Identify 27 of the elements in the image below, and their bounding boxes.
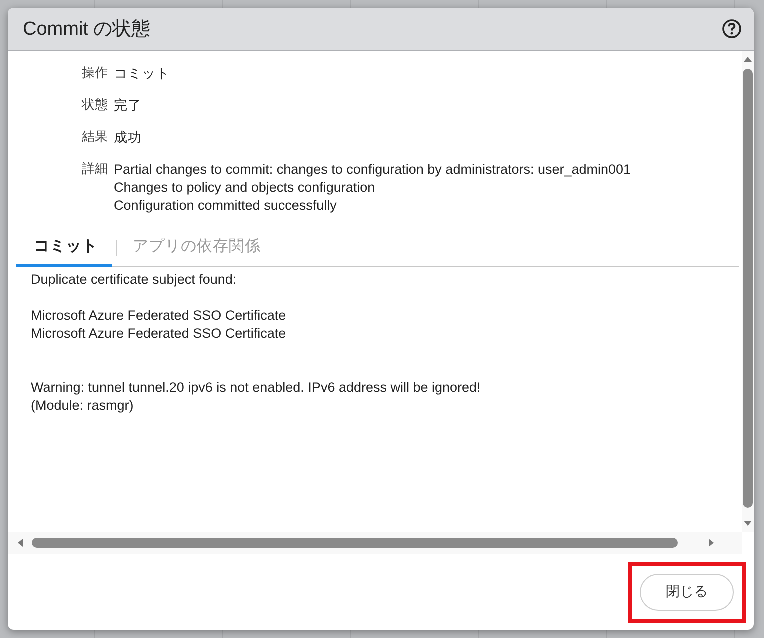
help-icon[interactable] [722, 19, 742, 39]
log-line: (Module: rasmgr) [31, 397, 135, 415]
field-value: 完了 [114, 97, 142, 115]
field-value: Configuration committed successfully [114, 197, 338, 215]
field-label: 結果 [81, 129, 108, 147]
scroll-right-icon[interactable] [708, 538, 716, 548]
scroll-left-icon[interactable] [16, 538, 24, 548]
log-line: Microsoft Azure Federated SSO Certificate [31, 325, 288, 343]
window-title: Commit の状態 [23, 18, 151, 42]
log-line: Duplicate certificate subject found: [31, 271, 238, 289]
field-value: Partial changes to commit: changes to configuration by administrators: user_admin001 [114, 161, 632, 179]
close-button[interactable]: 閉じる [640, 574, 734, 610]
log-line: Microsoft Azure Federated SSO Certificate [31, 307, 288, 325]
vertical-scrollbar[interactable] [742, 51, 754, 532]
field-value: コミット [114, 65, 170, 83]
scroll-thumb[interactable] [743, 69, 753, 508]
tab[interactable]: コミット [16, 230, 112, 266]
log-line: Warning: tunnel tunnel.20 ipv6 is not enabled. IPv6 address will be ignored! [31, 379, 482, 397]
field-label: 詳細 [81, 161, 108, 179]
scroll-down-icon[interactable] [743, 520, 753, 528]
horizontal-scrollbar[interactable] [8, 532, 742, 554]
field-value: 成功 [114, 129, 142, 147]
scroll-thumb[interactable] [32, 538, 678, 548]
field-label: 操作 [81, 65, 108, 83]
field-label: 状態 [80, 97, 108, 115]
field-value: Changes to policy and objects configuration [114, 179, 376, 197]
scroll-up-icon[interactable] [743, 55, 753, 63]
